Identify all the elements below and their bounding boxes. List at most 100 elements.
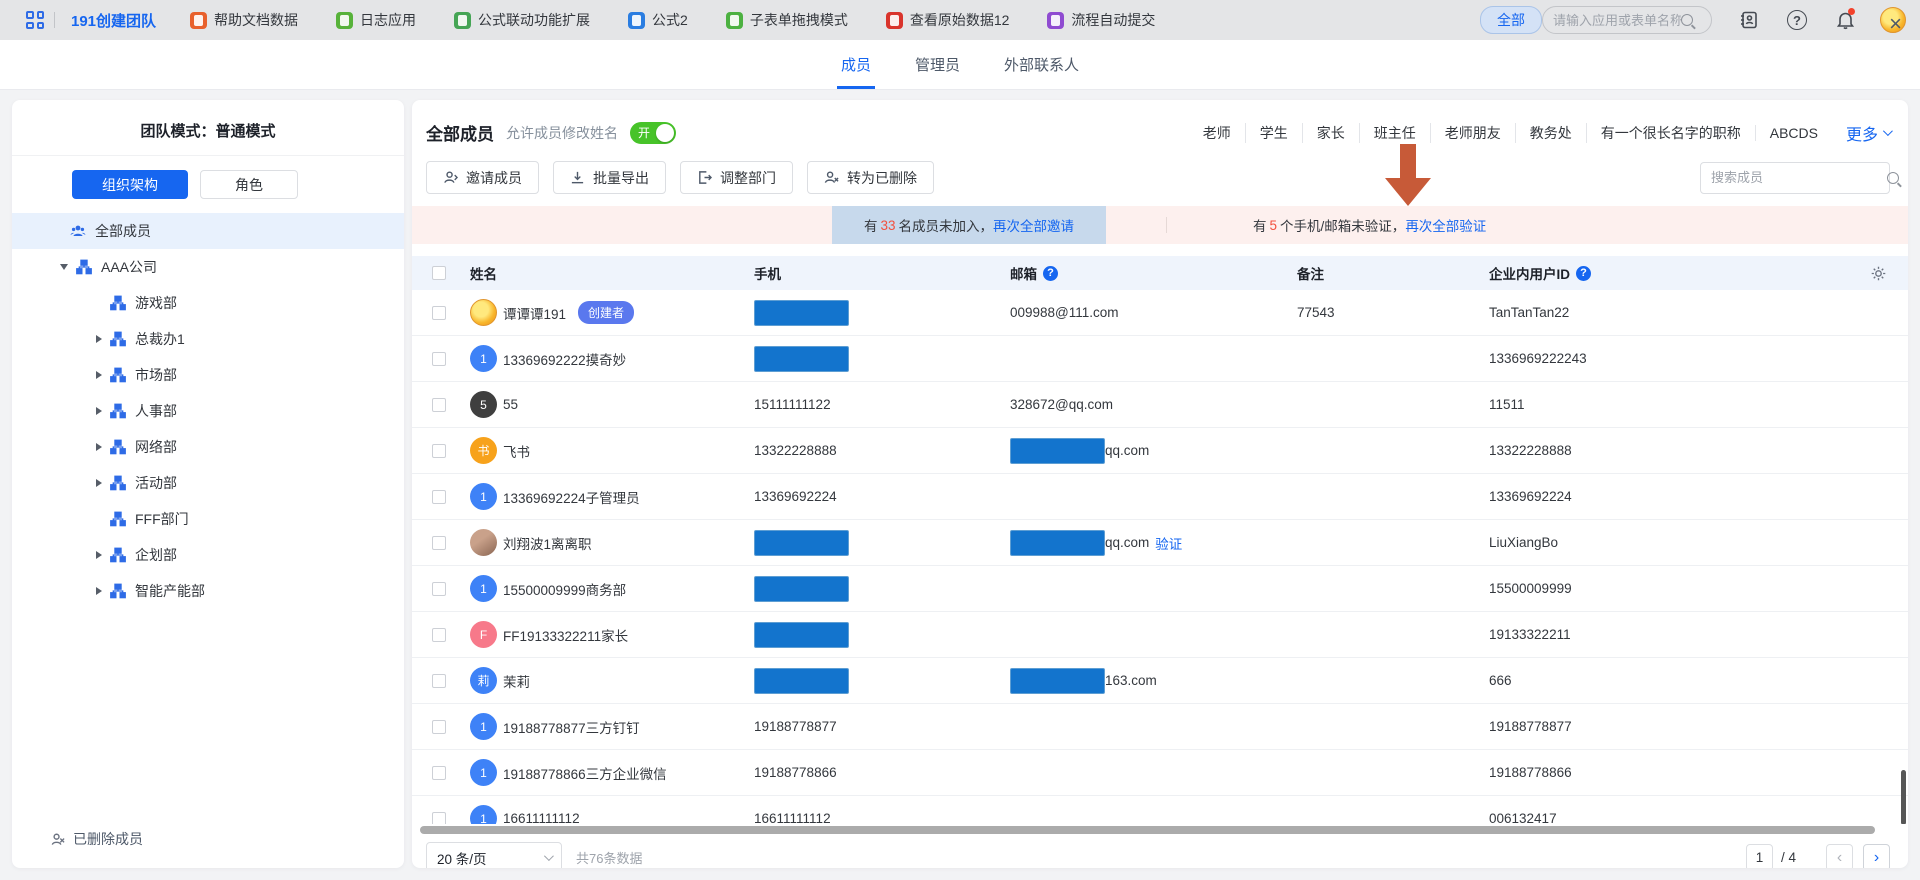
role-tag-filter[interactable]: 有一个很长名字的职称 — [1586, 123, 1755, 143]
row-checkbox[interactable] — [432, 766, 446, 780]
prev-page-button[interactable]: ‹ — [1826, 844, 1853, 868]
userid-help-icon[interactable]: ? — [1576, 266, 1591, 281]
team-name[interactable]: 191创建团队 — [71, 10, 156, 31]
userid-cell: 11511 — [1481, 397, 1848, 412]
transfer-button[interactable]: 调整部门 — [680, 161, 793, 194]
role-button[interactable]: 角色 — [200, 170, 298, 199]
action-button-label: 邀请成员 — [466, 168, 522, 188]
app-tab[interactable]: 公式2 — [628, 10, 688, 30]
verify-link[interactable]: 验证 — [1155, 533, 1182, 553]
tree-item-智能产能部[interactable]: 智能产能部 — [12, 573, 404, 609]
table-row: 刘翔波1离离职qq.com验证LiuXiangBo — [412, 520, 1908, 566]
app-tab[interactable]: 日志应用 — [336, 10, 416, 30]
tree-item-市场部[interactable]: 市场部 — [12, 357, 404, 393]
app-tab[interactable]: 帮助文档数据 — [190, 10, 298, 30]
phone-cell: 13322228888 — [746, 443, 1002, 458]
role-tag-filter[interactable]: ABCDS — [1755, 125, 1832, 141]
app-tab[interactable]: 流程自动提交 — [1047, 10, 1155, 30]
tree-item-企划部[interactable]: 企划部 — [12, 537, 404, 573]
current-page-input[interactable]: 1 — [1746, 844, 1773, 868]
role-tag-filter[interactable]: 老师朋友 — [1430, 123, 1515, 143]
vertical-scrollbar-thumb[interactable] — [1901, 770, 1906, 824]
help-icon[interactable]: ? — [1786, 9, 1808, 31]
col-header-phone: 手机 — [746, 263, 1002, 283]
workbench-grid-icon[interactable] — [26, 11, 44, 29]
email-help-icon[interactable]: ? — [1043, 266, 1058, 281]
reverify-all-link[interactable]: 再次全部验证 — [1405, 215, 1486, 235]
tree-item-FFF部门[interactable]: FFF部门 — [12, 501, 404, 537]
caret-right-icon[interactable] — [96, 371, 102, 379]
caret-down-icon[interactable] — [60, 264, 68, 270]
notification-bell-icon[interactable] — [1834, 9, 1856, 31]
row-checkbox[interactable] — [432, 490, 446, 504]
avatar: F — [470, 621, 497, 648]
role-tag-filter[interactable]: 老师 — [1189, 123, 1245, 143]
tree-item-网络部[interactable]: 网络部 — [12, 429, 404, 465]
row-checkbox[interactable] — [432, 352, 446, 366]
row-checkbox[interactable] — [432, 720, 446, 734]
tab-外部联系人[interactable]: 外部联系人 — [1004, 40, 1079, 89]
row-checkbox[interactable] — [432, 628, 446, 642]
tree-item-游戏部[interactable]: 游戏部 — [12, 285, 404, 321]
app-tab[interactable]: 子表单拖拽模式 — [726, 10, 848, 30]
tree-item-总裁办1[interactable]: 总裁办1 — [12, 321, 404, 357]
contacts-icon[interactable] — [1738, 9, 1760, 31]
caret-right-icon[interactable] — [96, 335, 102, 343]
caret-right-icon[interactable] — [96, 407, 102, 415]
email-value: 328672@qq.com — [1010, 397, 1113, 412]
allow-rename-toggle[interactable]: 开 — [630, 122, 676, 144]
row-checkbox[interactable] — [432, 674, 446, 688]
reinvite-all-link[interactable]: 再次全部邀请 — [993, 215, 1074, 235]
tab-管理员[interactable]: 管理员 — [915, 40, 960, 89]
remove-button[interactable]: 转为已删除 — [807, 161, 934, 194]
phone-cell — [746, 622, 1002, 648]
role-tag-filter[interactable]: 学生 — [1245, 123, 1302, 143]
role-tag-filter[interactable]: 教务处 — [1515, 123, 1586, 143]
tree-item-活动部[interactable]: 活动部 — [12, 465, 404, 501]
name-cell: 113369692224子管理员 — [462, 483, 746, 510]
invite-button[interactable]: 邀请成员 — [426, 161, 539, 194]
app-icon — [1047, 12, 1064, 29]
export-button[interactable]: 批量导出 — [553, 161, 666, 194]
next-page-button[interactable]: › — [1863, 844, 1890, 868]
horizontal-scrollbar-thumb[interactable] — [420, 826, 1875, 834]
role-tag-filter[interactable]: 班主任 — [1359, 123, 1430, 143]
app-search-input[interactable] — [1553, 13, 1681, 28]
more-tags-link[interactable]: 更多 — [1846, 121, 1890, 145]
row-checkbox[interactable] — [432, 582, 446, 596]
role-tag-filter[interactable]: 家长 — [1302, 123, 1359, 143]
app-tab[interactable]: 公式联动功能扩展 — [454, 10, 590, 30]
member-search-box[interactable] — [1700, 162, 1890, 194]
row-checkbox[interactable] — [432, 306, 446, 320]
close-icon[interactable]: × — [1889, 13, 1902, 35]
app-search-box[interactable] — [1542, 6, 1712, 34]
members-panel: 全部成员 允许成员修改姓名 开 老师学生家长班主任老师朋友教务处有一个很长名字的… — [412, 100, 1908, 868]
row-checkbox[interactable] — [432, 444, 446, 458]
userid-value: 006132417 — [1489, 811, 1557, 824]
tree-item-全部成员[interactable]: 全部成员 — [12, 213, 404, 249]
caret-right-icon[interactable] — [96, 551, 102, 559]
tab-成员[interactable]: 成员 — [841, 40, 871, 89]
app-tab[interactable]: 查看原始数据12 — [886, 10, 1010, 30]
page-size-select[interactable]: 20 条/页 — [426, 842, 562, 868]
all-apps-pill[interactable]: 全部 — [1480, 6, 1542, 34]
deleted-members-link[interactable]: 已删除成员 — [12, 822, 404, 856]
userid-cell: LiuXiangBo — [1481, 535, 1848, 550]
userid-value: TanTanTan22 — [1489, 305, 1569, 320]
select-all-checkbox[interactable] — [432, 266, 446, 280]
caret-right-icon[interactable] — [96, 443, 102, 451]
caret-right-icon[interactable] — [96, 587, 102, 595]
column-settings-gear-icon[interactable] — [1870, 265, 1887, 282]
member-search-input[interactable] — [1711, 170, 1887, 185]
caret-right-icon[interactable] — [96, 479, 102, 487]
tree-item-人事部[interactable]: 人事部 — [12, 393, 404, 429]
userid-value: 19188778866 — [1489, 765, 1572, 780]
table-header: 姓名 手机 邮箱? 备注 企业内用户ID? — [412, 256, 1908, 290]
note-value: 77543 — [1297, 305, 1335, 320]
tree-item-AAA公司[interactable]: AAA公司 — [12, 249, 404, 285]
org-structure-button[interactable]: 组织架构 — [72, 170, 188, 199]
member-admin-tabbar: 成员管理员外部联系人 — [0, 40, 1920, 90]
row-checkbox[interactable] — [432, 812, 446, 825]
row-checkbox[interactable] — [432, 398, 446, 412]
row-checkbox[interactable] — [432, 536, 446, 550]
